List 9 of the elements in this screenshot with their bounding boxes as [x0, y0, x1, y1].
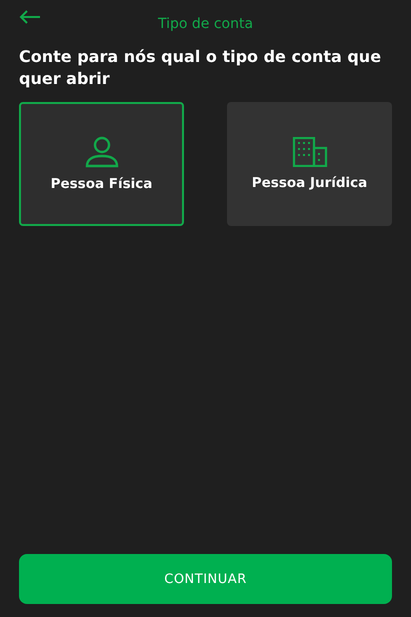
- person-icon: [84, 136, 118, 168]
- question-heading: Conte para nós qual o tipo de conta que quer abrir: [19, 46, 382, 90]
- back-arrow-icon: [19, 10, 41, 24]
- option-label: Pessoa Jurídica: [252, 175, 368, 191]
- account-type-option[interactable]: Pessoa Jurídica: [227, 102, 392, 226]
- option-label: Pessoa Física: [50, 176, 152, 192]
- screen-title: Tipo de conta: [158, 16, 254, 32]
- account-type-option[interactable]: Pessoa Física: [19, 102, 184, 226]
- building-icon: [292, 137, 328, 167]
